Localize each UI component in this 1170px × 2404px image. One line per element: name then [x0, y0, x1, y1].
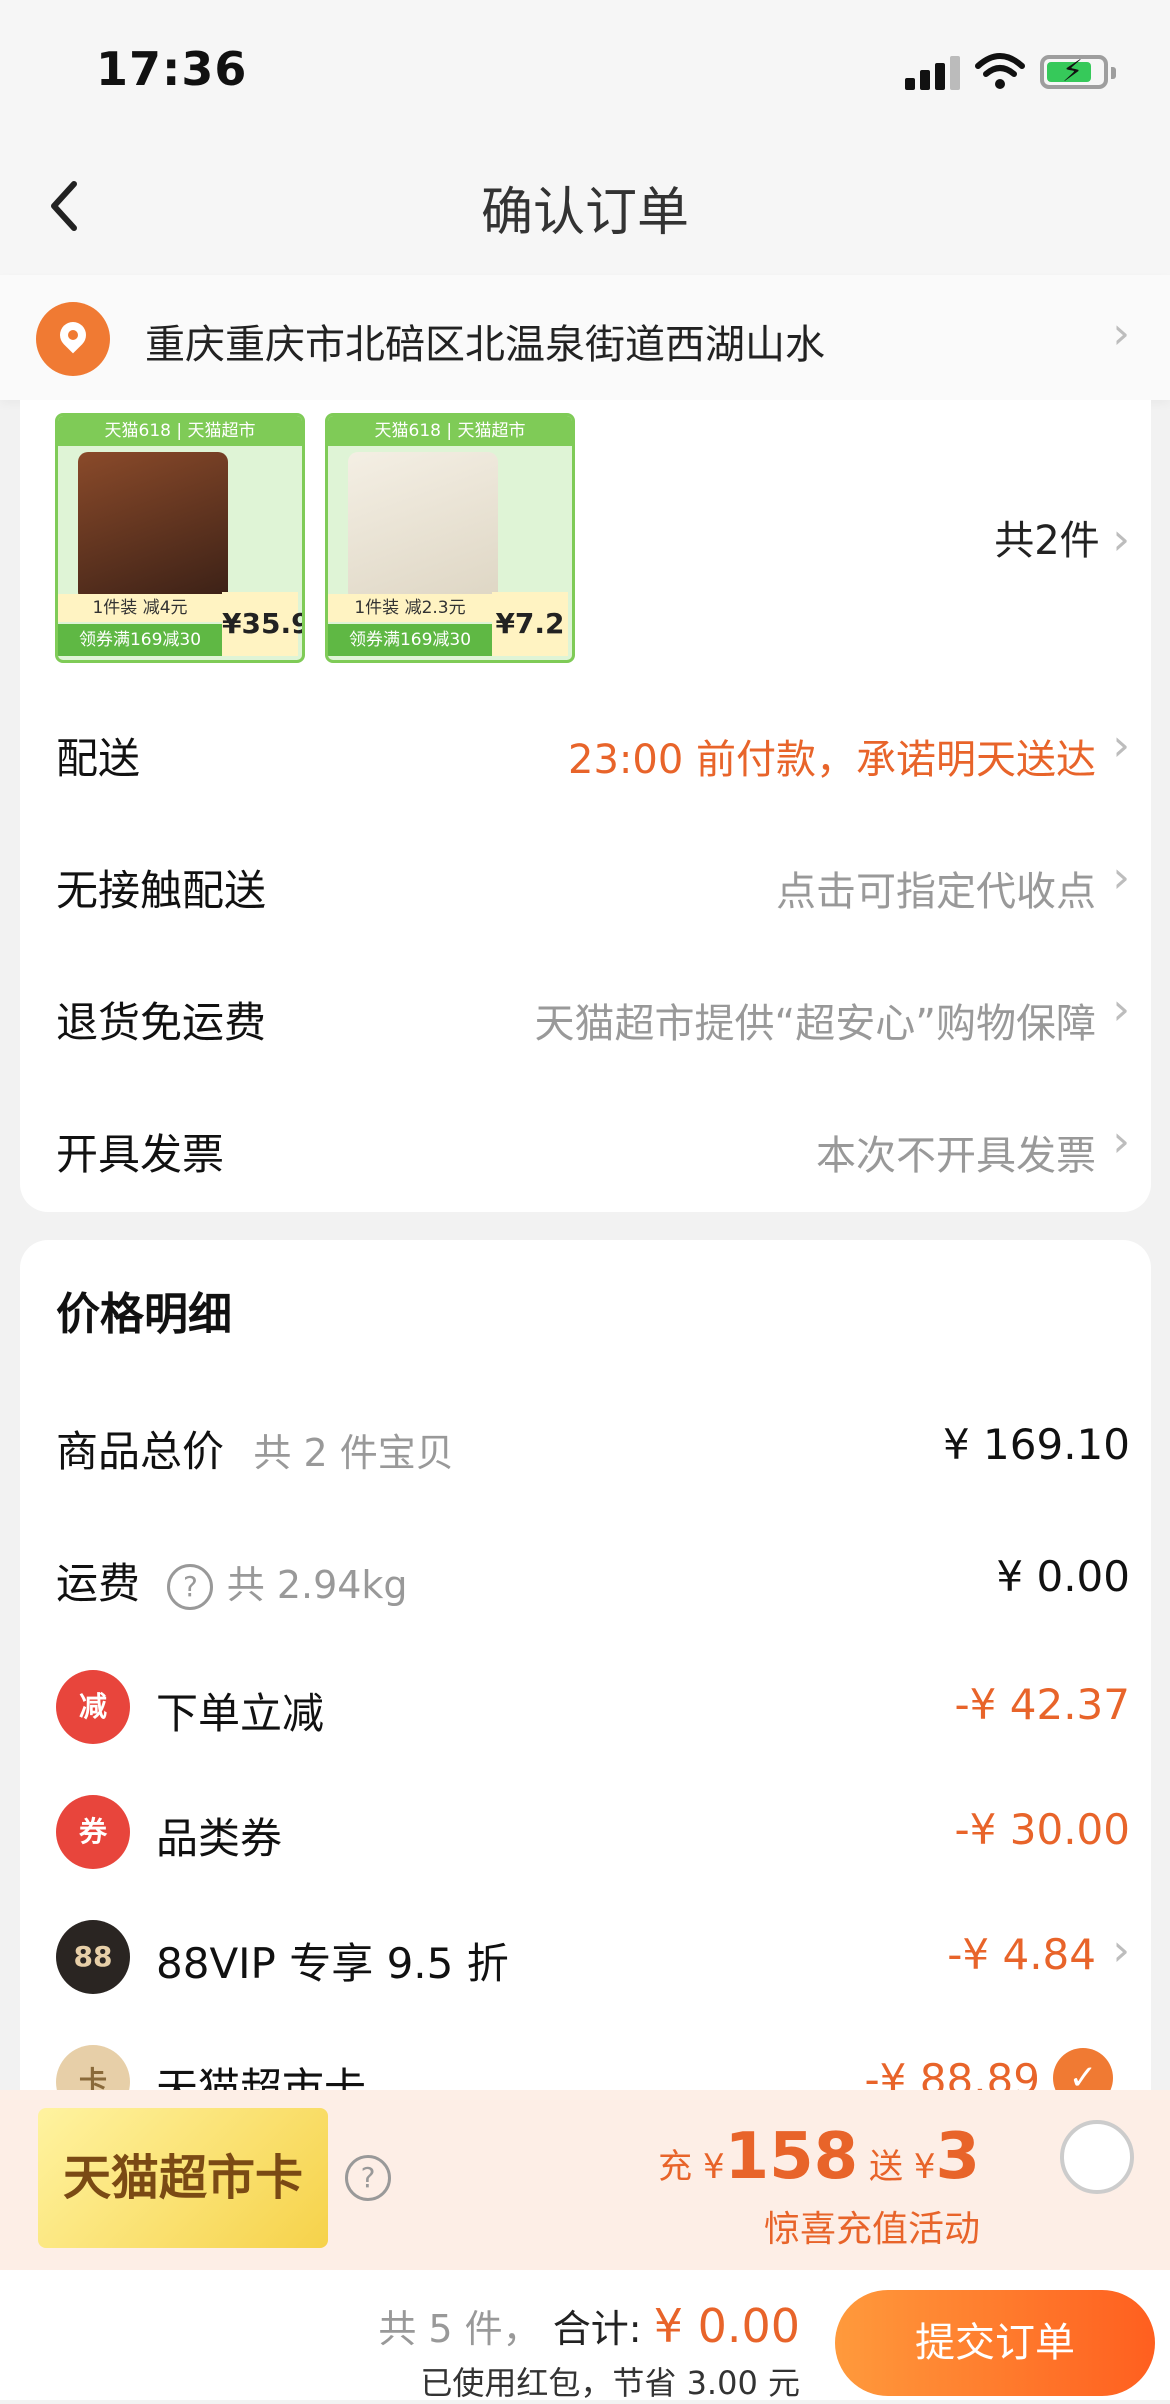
saved-text: 已使用红包，节省 3.00 元 — [420, 2364, 800, 2402]
location-pin-icon — [36, 302, 110, 376]
vip-discount-label: 88VIP 专享 9.5 折 — [156, 1939, 509, 1988]
page-title: 确认订单 — [480, 183, 689, 243]
recharge-subtitle: 惊喜充值活动 — [763, 2209, 980, 2250]
discount-icon: 减 — [56, 1670, 130, 1744]
chevron-right-icon: › — [1112, 1116, 1130, 1167]
supermarket-card-badge: 天猫超市卡 — [38, 2108, 328, 2248]
product-thumb-1[interactable]: 天猫618 | 天猫超市 1件装 减4元 领券满169减30 ¥35.9 — [55, 413, 305, 663]
order-discount-label: 下单立减 — [156, 1689, 325, 1738]
row-return-value[interactable]: 天猫超市提供“超安心”购物保障 — [535, 991, 1096, 1049]
shipping-value: ¥ 0.00 — [996, 1552, 1130, 1601]
row-contactless-label: 无接触配送 — [56, 866, 267, 915]
goods-total-value: ¥ 169.10 — [942, 1420, 1130, 1469]
recharge-bonus: 3 — [935, 2120, 980, 2194]
product-thumb-2[interactable]: 天猫618 | 天猫超市 1件装 减2.3元 领券满169减30 ¥7.2 — [325, 413, 575, 663]
recharge-bonus-label: 送 — [869, 2147, 904, 2187]
product-image — [78, 452, 228, 602]
recharge-offer: 充 ¥158 送 ¥3 — [658, 2120, 980, 2194]
total-value: ¥ 0.00 — [653, 2299, 800, 2353]
chevron-right-icon: › — [1112, 308, 1130, 359]
product-tag: 天猫618 | 天猫超市 — [328, 416, 572, 446]
price-detail-title: 价格明细 — [56, 1289, 232, 1340]
chevron-right-icon: › — [1112, 852, 1130, 903]
order-discount-value: -¥ 42.37 — [954, 1680, 1130, 1729]
submit-order-button[interactable]: 提交订单 — [835, 2290, 1155, 2396]
product-promo: 1件装 减4元 — [58, 594, 222, 622]
recharge-prefix: 充 — [658, 2147, 693, 2187]
row-delivery-label: 配送 — [56, 734, 141, 783]
goods-total-label: 商品总价 共 2 件宝贝 — [56, 1418, 454, 1479]
chevron-right-icon: › — [1112, 514, 1130, 565]
row-delivery-value[interactable]: 23:00 前付款，承诺明天送达 — [568, 727, 1096, 785]
status-time: 17:36 — [96, 42, 248, 96]
vip-icon: 88 — [56, 1920, 130, 1994]
item-count-label: 共2件 — [994, 518, 1100, 564]
address-text: 重庆重庆市北碚区北温泉街道西湖山水 — [145, 322, 825, 368]
currency: ¥ — [702, 2147, 725, 2187]
product-coupon: 领券满169减30 — [328, 624, 492, 656]
help-icon[interactable]: ? — [345, 2155, 391, 2201]
total-line: 共 5 件， 合计: ¥ 0.00 — [378, 2298, 800, 2353]
product-image — [348, 452, 498, 602]
item-count[interactable]: 共2件 › — [994, 508, 1130, 566]
product-coupon: 领券满169减30 — [58, 624, 222, 656]
chevron-right-icon: › — [1112, 1925, 1130, 1976]
total-label: 合计: — [552, 2307, 642, 2351]
currency: ¥ — [913, 2147, 936, 2187]
goods-count: 共 2 件宝贝 — [253, 1431, 454, 1475]
shipping-text: 运费 — [56, 1559, 141, 1608]
product-price: ¥35.9 — [222, 592, 302, 656]
chevron-right-icon: › — [1112, 984, 1130, 1035]
footer-count: 共 5 件， — [378, 2307, 541, 2351]
chevron-right-icon: › — [1112, 720, 1130, 771]
category-coupon-value[interactable]: -¥ 30.00 — [955, 1805, 1130, 1854]
row-return-label: 退货免运费 — [56, 998, 267, 1047]
goods-total-text: 商品总价 — [56, 1427, 225, 1476]
help-icon[interactable]: ? — [167, 1563, 214, 1610]
coupon-icon: 券 — [56, 1795, 130, 1869]
recharge-amount: 158 — [724, 2120, 859, 2194]
product-promo: 1件装 减2.3元 — [328, 594, 492, 622]
shipping-weight: 共 2.94kg — [226, 1563, 408, 1607]
product-tag: 天猫618 | 天猫超市 — [58, 416, 302, 446]
recharge-radio[interactable] — [1060, 2120, 1134, 2194]
row-invoice-label: 开具发票 — [56, 1130, 225, 1179]
signal-icon — [905, 56, 961, 90]
category-coupon-label: 品类券 — [156, 1814, 283, 1863]
wifi-icon — [975, 53, 1025, 89]
product-price: ¥7.2 — [492, 592, 568, 656]
row-invoice-value[interactable]: 本次不开具发票 — [816, 1123, 1096, 1181]
vip-discount-value[interactable]: -¥ 4.84 — [947, 1930, 1096, 1979]
battery-icon: ⚡ — [1040, 54, 1116, 89]
shipping-label: 运费 ? 共 2.94kg — [56, 1550, 408, 1611]
row-contactless-value[interactable]: 点击可指定代收点 — [776, 859, 1096, 917]
